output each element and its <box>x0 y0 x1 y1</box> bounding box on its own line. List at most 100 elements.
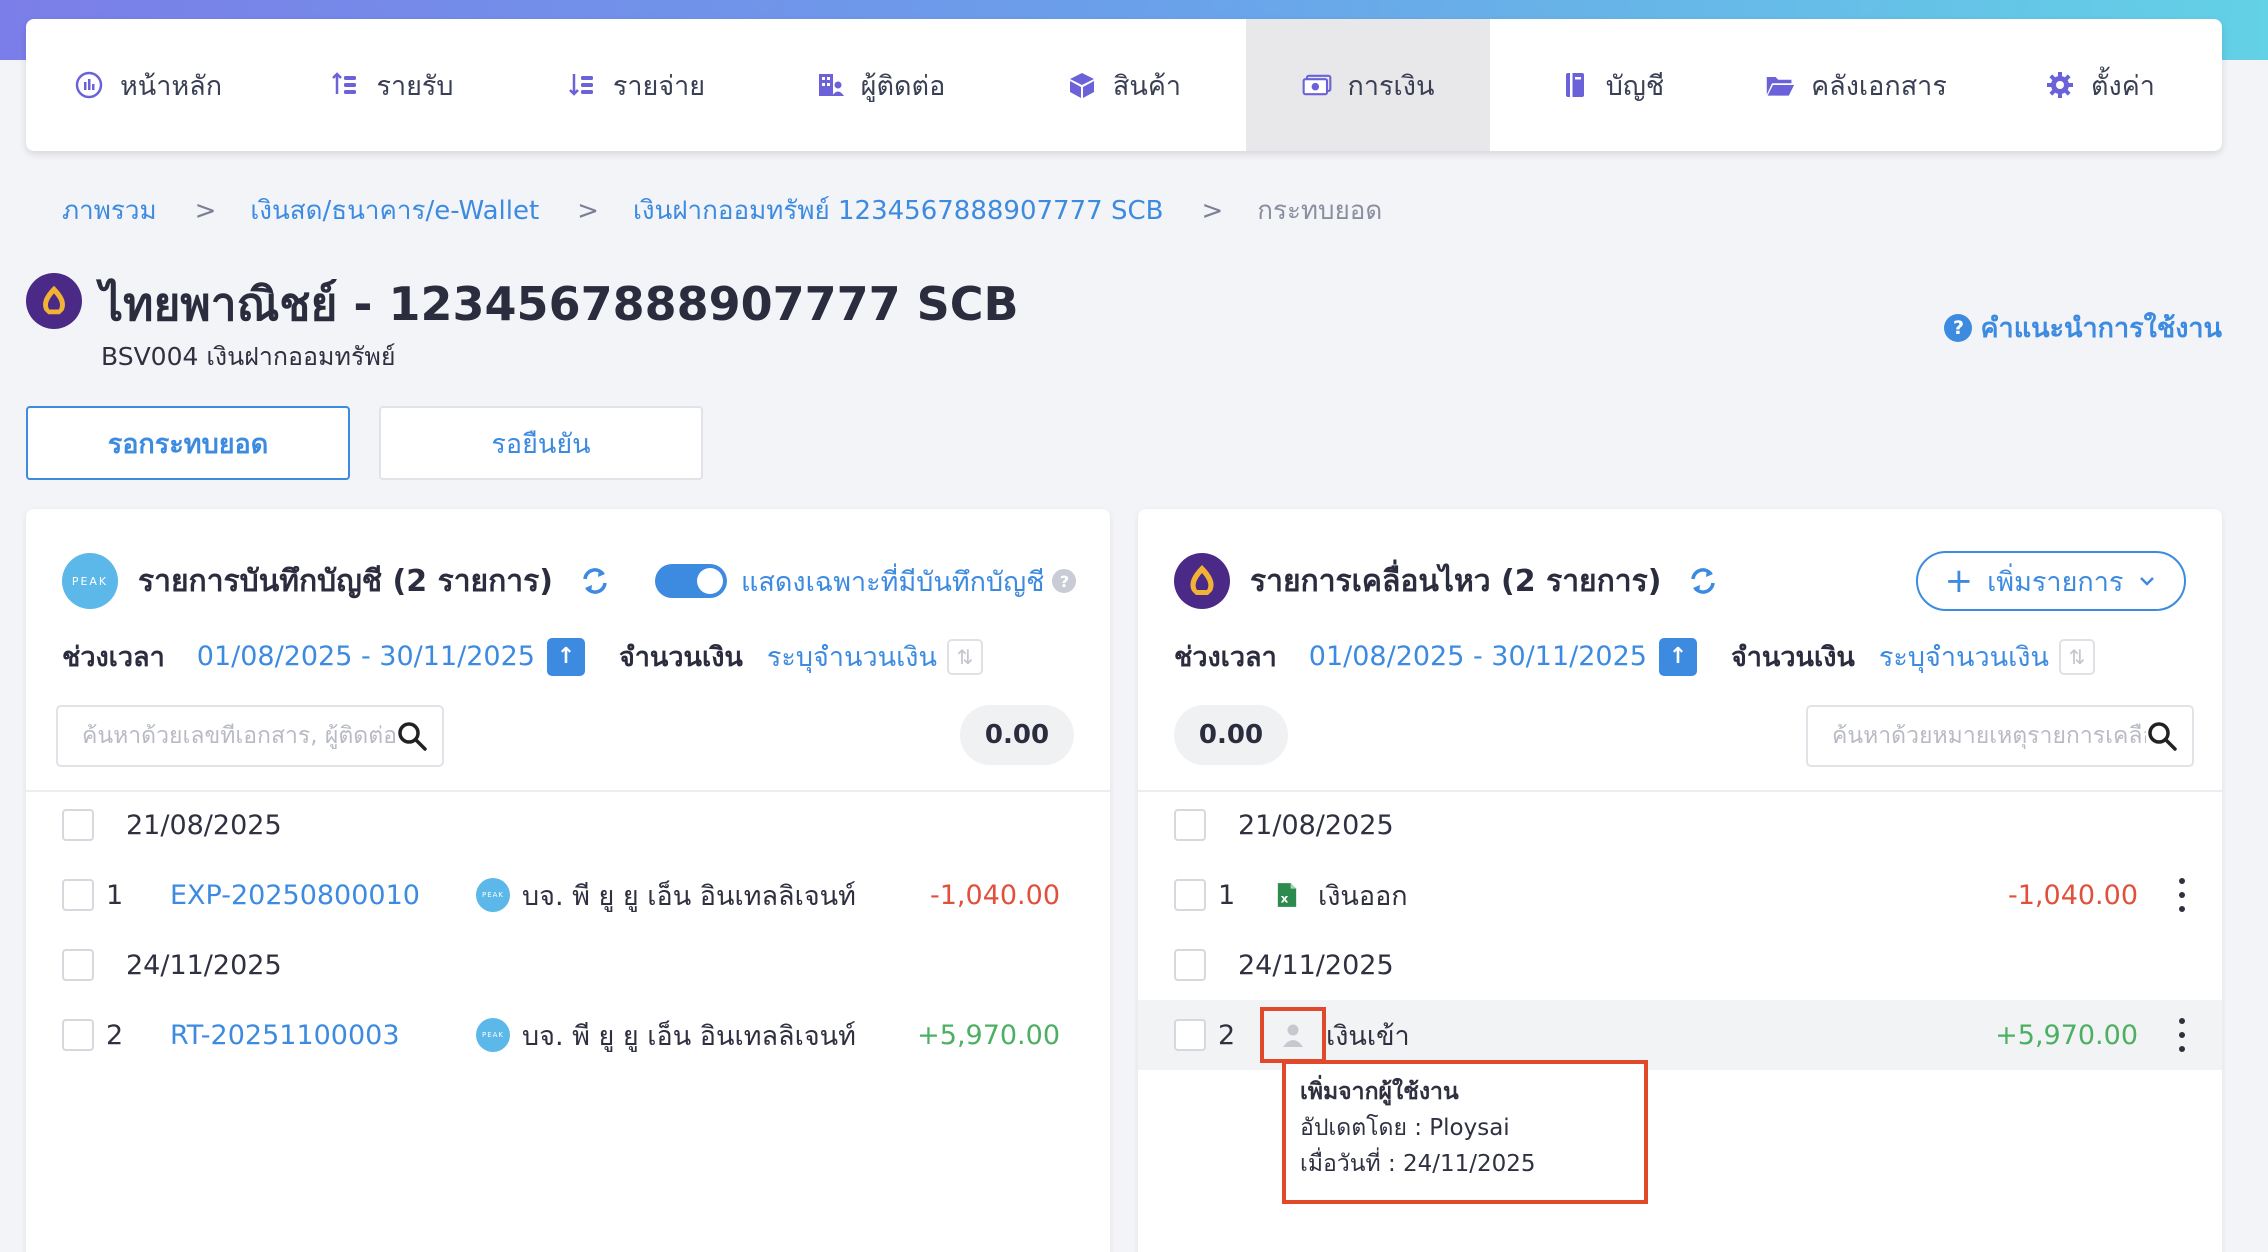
add-label: เพิ่มรายการ <box>1987 566 2124 598</box>
period-picker[interactable]: 01/08/2025 - 30/11/2025 <box>1309 641 1647 672</box>
amount-filter-link[interactable]: ระบุจำนวนเงิน <box>1879 635 2049 678</box>
more-options-icon[interactable] <box>2176 1018 2188 1052</box>
contact-name: บจ. พี ยู ยู เอ็น อินเทลลิเจนท์ <box>522 880 856 912</box>
amount-label: จำนวนเงิน <box>618 642 743 673</box>
breadcrumb-account[interactable]: เงินฝากออมทรัพย์ 1234567888907777 SCB <box>633 190 1163 231</box>
nav-label: คลังเอกสาร <box>1811 70 1947 102</box>
group-checkbox[interactable] <box>62 949 94 981</box>
filter-row: ช่วงเวลา 01/08/2025 - 30/11/2025 ↑ จำนวน… <box>62 635 983 678</box>
table-row[interactable]: 1 EXP-20250800010 PEAK บจ. พี ยู ยู เอ็น… <box>26 860 1110 930</box>
peak-logo: PEAK <box>476 1018 510 1052</box>
contact: PEAK บจ. พี ยู ยู เอ็น อินเทลลิเจนท์ <box>476 874 856 917</box>
contact: PEAK บจ. พี ยู ยู เอ็น อินเทลลิเจนท์ <box>476 1014 856 1057</box>
sort-both-icon[interactable]: ⇅ <box>946 638 983 675</box>
folder-icon <box>1765 70 1795 100</box>
user-info-tooltip: เพิ่มจากผู้ใช้งาน อัปเดตโดย : Ploysai เม… <box>1282 1060 1648 1204</box>
add-movement-button[interactable]: + เพิ่มรายการ <box>1916 551 2186 611</box>
nav-label: สินค้า <box>1112 70 1182 102</box>
amount-filter-link[interactable]: ระบุจำนวนเงิน <box>767 635 937 678</box>
nav-item-accounting[interactable]: บัญชี <box>1490 19 1734 151</box>
row-amount: +5,970.00 <box>917 1019 1060 1051</box>
nav-label: การเงิน <box>1347 70 1435 102</box>
total-amount: 0.00 <box>960 705 1074 765</box>
breadcrumb-separator: > <box>577 195 599 226</box>
table-row[interactable]: 2 RT-20251100003 PEAK บจ. พี ยู ยู เอ็น … <box>26 1000 1110 1070</box>
tab-pending-confirm[interactable]: รอยืนยัน <box>379 406 703 480</box>
help-link[interactable]: ? คำแนะนำการใช้งาน <box>1944 306 2222 349</box>
search-input[interactable] <box>82 723 396 749</box>
nav-item-expense[interactable]: รายจ่าย <box>514 19 758 151</box>
ledger-icon <box>1560 70 1590 100</box>
money-icon <box>1302 70 1332 100</box>
sort-both-icon[interactable]: ⇅ <box>2058 638 2095 675</box>
sort-up-icon[interactable]: ↑ <box>1658 637 1697 676</box>
tab-pending-reconcile[interactable]: รอกระทบยอด <box>26 406 350 480</box>
row-number: 2 <box>1218 1019 1236 1051</box>
group-checkbox[interactable] <box>1174 949 1206 981</box>
panel-title: รายการเคลื่อนไหว (2 รายการ) <box>1250 563 1662 599</box>
plus-icon: + <box>1944 561 1974 601</box>
group-date: 21/08/2025 <box>1238 809 1394 841</box>
row-checkbox[interactable] <box>1174 1019 1206 1051</box>
search-box <box>56 705 444 767</box>
row-checkbox[interactable] <box>62 879 94 911</box>
nav-item-finance[interactable]: การเงิน <box>1246 19 1490 151</box>
table-row[interactable]: 1 x เงินออก -1,040.00 <box>1138 860 2222 930</box>
tooltip-updated-by: อัปเดตโดย : Ploysai <box>1300 1115 1510 1141</box>
row-number: 1 <box>106 879 124 911</box>
nav-item-products[interactable]: สินค้า <box>1002 19 1246 151</box>
nav-label: ผู้ติดต่อ <box>860 70 946 102</box>
nav-label: รายรับ <box>376 70 454 102</box>
user-icon[interactable] <box>1260 1007 1326 1063</box>
row-amount: -1,040.00 <box>2008 879 2138 911</box>
document-link[interactable]: EXP-20250800010 <box>170 880 420 911</box>
sort-up-icon[interactable]: ↑ <box>546 637 585 676</box>
row-checkbox[interactable] <box>1174 879 1206 911</box>
nav-item-income[interactable]: รายรับ <box>270 19 514 151</box>
search-box <box>1806 705 2194 767</box>
movement-description: เงินเข้า <box>1326 1020 1410 1052</box>
date-group-row: 24/11/2025 <box>26 930 1110 1000</box>
nav-label: รายจ่าย <box>612 70 706 102</box>
question-icon[interactable]: ? <box>1052 569 1077 593</box>
accounting-records-panel: PEAK รายการบันทึกบัญชี (2 รายการ) แสดงเฉ… <box>26 509 1110 1252</box>
gear-icon <box>2045 70 2075 100</box>
refresh-icon[interactable] <box>579 565 611 597</box>
nav-item-settings[interactable]: ตั้งค่า <box>1978 19 2222 151</box>
nav-item-contacts[interactable]: ผู้ติดต่อ <box>758 19 1002 151</box>
dashboard-icon <box>74 70 104 100</box>
nav-label: บัญชี <box>1605 70 1665 102</box>
main-nav: หน้าหลัก รายรับ รายจ่าย ผู้ติดต่อ สินค้า… <box>26 19 2222 151</box>
group-checkbox[interactable] <box>62 809 94 841</box>
toggle-label: แสดงเฉพาะที่มีบันทึกบัญชี <box>740 566 1045 598</box>
breadcrumb-separator: > <box>194 195 217 226</box>
nav-label: ตั้งค่า <box>2091 70 2155 102</box>
group-date: 21/08/2025 <box>126 809 282 841</box>
document-link[interactable]: RT-20251100003 <box>170 1020 400 1051</box>
period-picker[interactable]: 01/08/2025 - 30/11/2025 <box>197 641 535 672</box>
page-title: ไทยพาณิชย์ - 1234567888907777 SCB <box>100 277 1019 331</box>
page-subtitle: BSV004 เงินฝากออมทรัพย์ <box>101 342 396 371</box>
scb-bank-logo <box>1174 553 1230 609</box>
group-checkbox[interactable] <box>1174 809 1206 841</box>
breadcrumb-cash-bank[interactable]: เงินสด/ธนาคาร/e-Wallet <box>250 190 539 231</box>
nav-item-home[interactable]: หน้าหลัก <box>26 19 270 151</box>
breadcrumb: ภาพรวม > เงินสด/ธนาคาร/e-Wallet > เงินฝา… <box>62 190 1382 231</box>
search-icon[interactable] <box>396 720 428 752</box>
amount-label: จำนวนเงิน <box>1730 642 1855 673</box>
row-amount: -1,040.00 <box>930 879 1060 911</box>
search-input[interactable] <box>1832 723 2146 749</box>
income-icon <box>330 70 360 100</box>
expense-icon <box>567 70 597 100</box>
period-label: ช่วงเวลา <box>62 642 165 673</box>
breadcrumb-overview[interactable]: ภาพรวม <box>62 190 157 231</box>
movement-description: เงินออก <box>1318 880 1408 912</box>
group-date: 24/11/2025 <box>126 949 282 981</box>
filter-toggle[interactable] <box>654 564 727 598</box>
search-icon[interactable] <box>2146 720 2178 752</box>
more-options-icon[interactable] <box>2176 878 2188 912</box>
nav-item-documents[interactable]: คลังเอกสาร <box>1734 19 1978 151</box>
box-icon <box>1067 70 1097 100</box>
row-checkbox[interactable] <box>62 1019 94 1051</box>
refresh-icon[interactable] <box>1687 565 1719 597</box>
